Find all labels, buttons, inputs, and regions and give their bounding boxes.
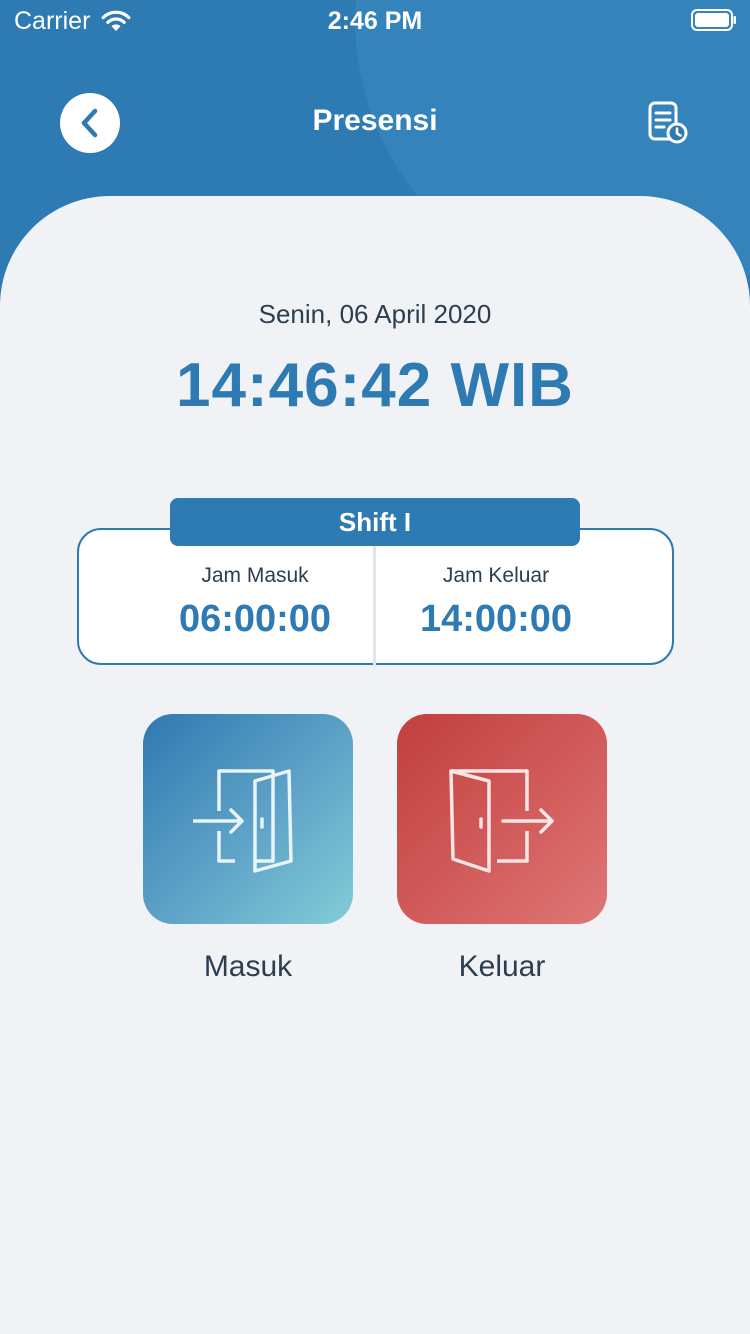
shift-card: Jam Masuk 06:00:00 Jam Keluar 14:00:00 [77,528,674,667]
check-out-label-text: Keluar [458,950,546,983]
check-out-time: 14:00:00 [419,598,573,640]
page-title: Presensi [312,104,438,137]
door-enter-icon [193,769,293,873]
status-time: 2:46 PM [327,7,423,35]
battery-icon [691,9,736,31]
current-date: Senin, 06 April 2020 [258,299,492,329]
check-in-label-text: Masuk [203,950,293,983]
check-out-label: Jam Keluar [442,564,550,587]
check-out-schedule: Jam Keluar 14:00:00 [376,530,616,667]
check-in-schedule: Jam Masuk 06:00:00 [107,530,403,667]
check-in-button[interactable] [143,714,353,924]
door-exit-icon [449,769,554,873]
shift-name-badge: Shift I [170,498,580,546]
check-in-time: 06:00:00 [178,598,332,640]
document-history-icon[interactable] [645,100,689,146]
check-out-button[interactable] [397,714,607,924]
check-in-label: Jam Masuk [201,564,309,587]
status-bar: Carrier 2:46 PM [0,0,750,40]
current-time: 14:46:42 WIB [176,351,574,420]
